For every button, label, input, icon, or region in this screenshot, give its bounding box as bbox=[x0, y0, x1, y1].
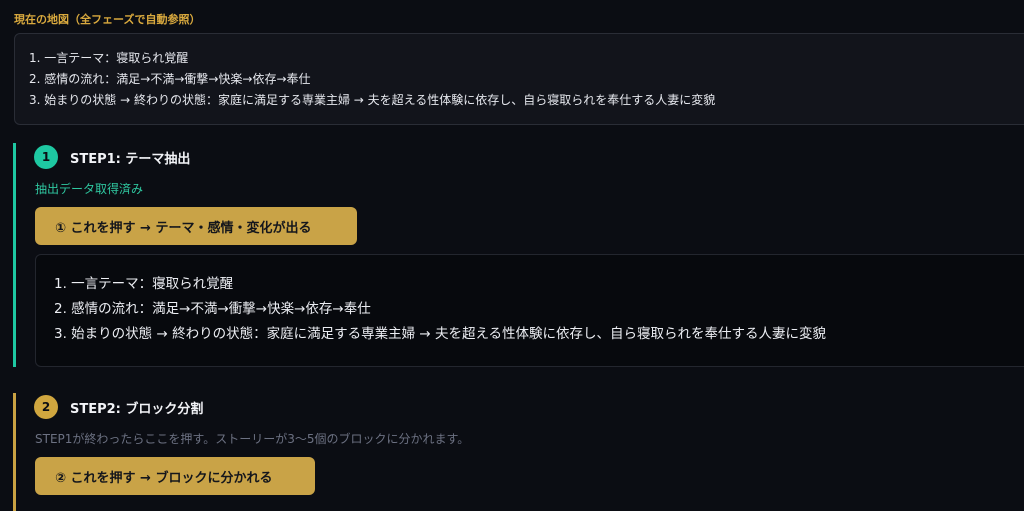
current-map-title: 現在の地図（全フェーズで自動参照） bbox=[14, 13, 201, 26]
current-map-list: 1. 一言テーマ：寝取られ覚醒 2. 感情の流れ：満足→不満→衝撃→快楽→依存→… bbox=[15, 34, 1024, 111]
step1-output-line-theme: 1. 一言テーマ：寝取られ覚醒 bbox=[54, 276, 234, 292]
current-map-line-theme: 1. 一言テーマ：寝取られ覚醒 bbox=[29, 51, 189, 65]
current-map-panel: 1. 一言テーマ：寝取られ覚醒 2. 感情の流れ：満足→不満→衝撃→快楽→依存→… bbox=[14, 33, 1024, 125]
step2-title: STEP2: ブロック分割 bbox=[70, 401, 204, 417]
step2-section: 2 STEP2: ブロック分割 STEP1が終わったらここを押す。ストーリーが3… bbox=[13, 393, 1024, 511]
current-map-line-change: 3. 始まりの状態 → 終わりの状態：家庭に満足する専業主婦 → 夫を超える性体… bbox=[29, 93, 716, 107]
step1-status-text: 抽出データ取得済み bbox=[35, 182, 144, 196]
step1-section: 1 STEP1: テーマ抽出 抽出データ取得済み ① これを押す → テーマ・感… bbox=[13, 143, 1024, 367]
step1-header: 1 STEP1: テーマ抽出 bbox=[34, 145, 190, 169]
step1-output-list: 1. 一言テーマ：寝取られ覚醒 2. 感情の流れ：満足→不満→衝撃→快楽→依存→… bbox=[36, 255, 1024, 347]
step2-hint-text: STEP1が終わったらここを押す。ストーリーが3～5個のブロックに分かれます。 bbox=[35, 432, 470, 446]
page: 現在の地図（全フェーズで自動参照） 1. 一言テーマ：寝取られ覚醒 2. 感情の… bbox=[0, 0, 1024, 511]
step1-number-badge: 1 bbox=[34, 145, 58, 169]
step1-output-line-change: 3. 始まりの状態 → 終わりの状態：家庭に満足する専業主婦 → 夫を超える性体… bbox=[54, 326, 827, 342]
step1-output-panel: 1. 一言テーマ：寝取られ覚醒 2. 感情の流れ：満足→不満→衝撃→快楽→依存→… bbox=[35, 254, 1024, 367]
step2-number-badge: 2 bbox=[34, 395, 58, 419]
step1-output-line-emotion: 2. 感情の流れ：満足→不満→衝撃→快楽→依存→奉仕 bbox=[54, 301, 371, 317]
step1-title: STEP1: テーマ抽出 bbox=[70, 151, 191, 167]
step2-header: 2 STEP2: ブロック分割 bbox=[34, 395, 203, 419]
step1-run-button[interactable]: ① これを押す → テーマ・感情・変化が出る bbox=[35, 207, 357, 245]
current-map-line-emotion: 2. 感情の流れ：満足→不満→衝撃→快楽→依存→奉仕 bbox=[29, 72, 311, 86]
step2-run-button[interactable]: ② これを押す → ブロックに分かれる bbox=[35, 457, 315, 495]
